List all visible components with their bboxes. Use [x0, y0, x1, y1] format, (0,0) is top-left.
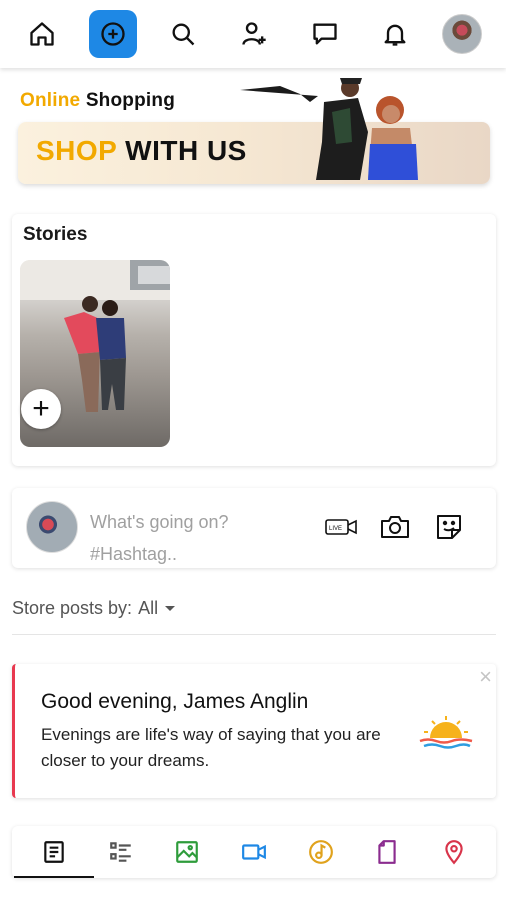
- filter-label: Store posts by:: [12, 598, 133, 618]
- profile-avatar[interactable]: [441, 14, 482, 54]
- camera-icon[interactable]: [378, 512, 412, 547]
- composer-input[interactable]: What's going on? #Hashtag..: [90, 506, 229, 570]
- composer-placeholder-line1: What's going on?: [90, 512, 229, 532]
- banner-shopping-text: Shopping: [85, 90, 175, 111]
- chat-icon[interactable]: [301, 10, 349, 58]
- composer-placeholder-line2: #Hashtag..: [90, 544, 178, 564]
- music-tab[interactable]: [301, 826, 341, 878]
- bell-icon[interactable]: [371, 10, 419, 58]
- posts-tab[interactable]: [14, 826, 94, 878]
- photos-tab[interactable]: [167, 826, 207, 878]
- location-pin-icon: [445, 840, 463, 865]
- greeting-title: Good evening, James Anglin: [41, 690, 309, 713]
- location-tab[interactable]: [434, 826, 474, 878]
- live-video-icon[interactable]: LIVE: [324, 512, 358, 547]
- banner-withus-text: WITH US: [125, 135, 247, 166]
- music-icon: [308, 840, 333, 864]
- file-icon: [378, 840, 396, 864]
- post-type-tabs: [12, 826, 496, 878]
- sunset-icon: [419, 716, 473, 749]
- composer-avatar: [26, 501, 78, 553]
- greeting-card: × Good evening, James Anglin Evenings ar…: [12, 664, 496, 798]
- filter-value: All: [138, 598, 159, 618]
- svg-text:LIVE: LIVE: [329, 526, 342, 532]
- sticker-icon[interactable]: [432, 512, 466, 547]
- stories-title: Stories: [23, 224, 88, 245]
- banner-shop-text: SHOP: [36, 135, 117, 166]
- stories-card: Stories: [12, 214, 496, 466]
- videos-tab[interactable]: [234, 826, 274, 878]
- posts-icon: [44, 841, 64, 863]
- add-circle-icon[interactable]: [88, 10, 137, 58]
- close-icon[interactable]: ×: [479, 666, 492, 688]
- video-icon: [242, 844, 266, 860]
- shopping-banner[interactable]: Online Shopping SHOP WITH US: [18, 78, 490, 186]
- list-icon: [109, 842, 131, 862]
- add-story-button[interactable]: +: [21, 389, 61, 429]
- add-friend-icon[interactable]: [230, 10, 278, 58]
- divider: [12, 634, 496, 635]
- files-tab[interactable]: [367, 826, 407, 878]
- home-icon[interactable]: [18, 10, 66, 58]
- post-composer[interactable]: What's going on? #Hashtag.. LIVE: [12, 488, 496, 568]
- post-filter-dropdown[interactable]: Store posts by: All: [12, 598, 176, 619]
- list-tab[interactable]: [101, 826, 141, 878]
- top-navigation: [0, 0, 506, 68]
- banner-subtitle: Online Shopping: [20, 90, 175, 112]
- banner-headline: SHOP WITH US: [36, 135, 247, 167]
- banner-online-text: Online: [20, 90, 81, 111]
- chevron-down-icon: [165, 605, 176, 611]
- image-icon: [176, 841, 199, 863]
- banner-models-image: [240, 78, 418, 180]
- greeting-message: Evenings are life's way of saying that y…: [41, 725, 381, 770]
- search-icon[interactable]: [159, 10, 207, 58]
